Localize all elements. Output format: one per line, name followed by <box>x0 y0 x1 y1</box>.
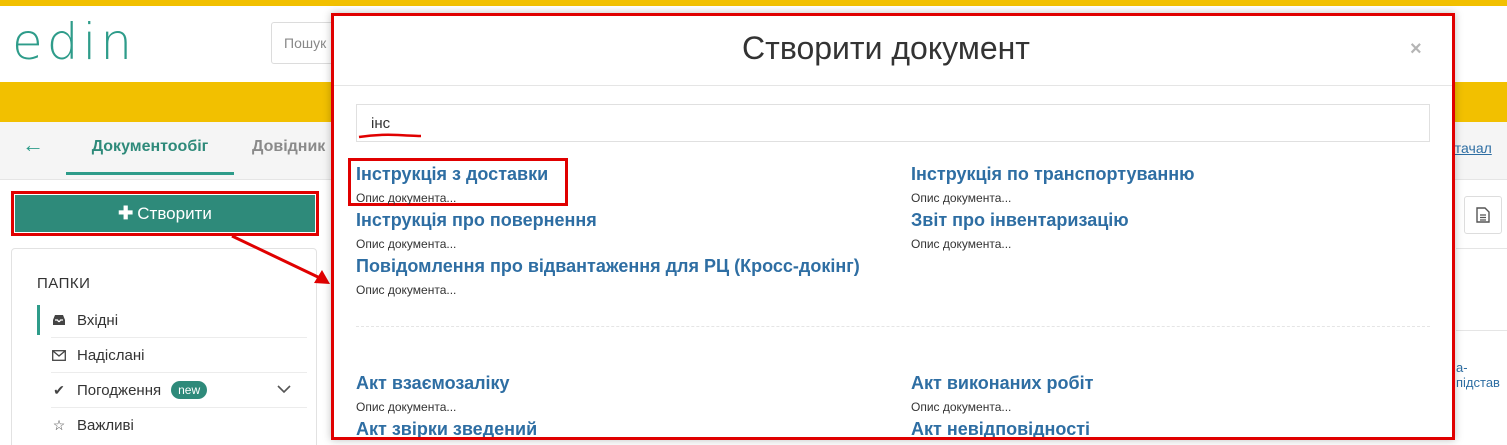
folder-divider <box>51 407 307 408</box>
folder-label: Надіслані <box>77 346 145 364</box>
chevron-down-icon[interactable] <box>277 383 291 397</box>
create-button-label: Створити <box>137 203 212 223</box>
folder-label: Погодження <box>77 381 162 399</box>
edin-logo[interactable]: edin <box>12 17 136 67</box>
doc-description: Опис документа... <box>356 283 457 297</box>
create-button[interactable]: ✚ Створити <box>15 195 315 232</box>
doc-description: Опис документа... <box>911 191 1012 205</box>
section-divider <box>356 326 1430 327</box>
doc-description: Опис документа... <box>356 400 457 414</box>
list-divider <box>1456 248 1507 249</box>
doc-link-return-instruction[interactable]: Інструкція про повернення <box>356 210 597 231</box>
doc-description: Опис документа... <box>911 237 1012 251</box>
folder-divider <box>51 337 307 338</box>
new-badge: new <box>171 381 208 399</box>
folders-title: ПАПКИ <box>37 275 91 292</box>
doc-link-delivery-instruction[interactable]: Інструкція з доставки <box>356 164 548 185</box>
list-divider <box>1456 330 1507 331</box>
doc-link-work-completion-act[interactable]: Акт виконаних робіт <box>911 373 1093 394</box>
inbox-icon <box>51 314 67 326</box>
create-document-modal: Створити документ × Інструкція з доставк… <box>331 13 1455 440</box>
folder-approval[interactable]: ✔ Погодження new <box>37 375 307 405</box>
plus-icon: ✚ <box>118 203 134 223</box>
tab-directory[interactable]: Довідник <box>252 138 325 156</box>
folder-sent[interactable]: Надіслані <box>37 340 307 370</box>
folder-label: Важливі <box>77 416 134 434</box>
doc-description: Опис документа... <box>356 191 457 205</box>
doc-link-transport-instruction[interactable]: Інструкція по транспортуванню <box>911 164 1194 185</box>
basis-link[interactable]: а-підстав <box>1456 360 1507 390</box>
document-icon-button[interactable] <box>1464 196 1502 234</box>
doc-link-inventory-report[interactable]: Звіт про інвентаризацію <box>911 210 1129 231</box>
envelope-icon <box>51 349 67 361</box>
back-arrow-icon[interactable]: ← <box>22 130 44 160</box>
folder-important[interactable]: ☆ Важливі <box>37 410 307 440</box>
check-icon: ✔ <box>53 381 65 398</box>
modal-title: Створити документ <box>742 30 1030 66</box>
document-search-input[interactable] <box>356 104 1430 142</box>
doc-description: Опис документа... <box>356 237 457 251</box>
star-icon: ☆ <box>52 416 66 433</box>
folder-label: Вхідні <box>77 311 119 329</box>
annotation-underline <box>358 133 422 139</box>
folder-inbox[interactable]: Вхідні <box>37 305 307 335</box>
doc-link-reconciliation-act[interactable]: Акт звірки зведений <box>356 419 537 437</box>
modal-header: Створити документ × <box>334 16 1452 86</box>
doc-link-crossdock-notice[interactable]: Повідомлення про відвантаження для РЦ (К… <box>356 256 860 277</box>
doc-link-offset-act[interactable]: Акт взаємозаліку <box>356 373 510 394</box>
close-icon[interactable]: × <box>1410 38 1422 61</box>
tab-documents[interactable]: Документообіг <box>66 138 234 175</box>
doc-link-discrepancy-act[interactable]: Акт невідповідності <box>911 419 1090 437</box>
doc-description: Опис документа... <box>911 400 1012 414</box>
document-icon <box>1476 207 1490 223</box>
folder-divider <box>51 372 307 373</box>
